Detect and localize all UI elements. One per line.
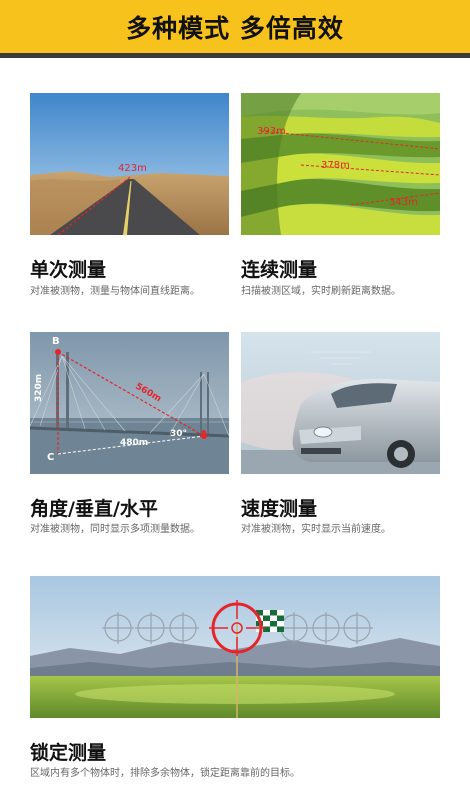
- distance-label-3: 343m: [389, 197, 418, 208]
- point-a-label: A: [200, 429, 208, 440]
- speed-measure-image: [241, 332, 440, 474]
- point-c-label: C: [47, 452, 55, 463]
- distance-label-1: 393m: [257, 126, 286, 137]
- card-title-single: 单次测量: [30, 259, 107, 281]
- card-desc-continuous: 扫描被测区域，实时刷新距离数据。: [241, 286, 401, 297]
- card-title-continuous: 连续测量: [241, 259, 318, 281]
- height-label: 320m: [34, 373, 44, 402]
- distance-label: 423m: [118, 163, 147, 174]
- banner-divider: [0, 53, 470, 58]
- header-banner: 多种模式 多倍高效: [0, 0, 470, 58]
- distance-label-2: 378m: [321, 160, 350, 171]
- card-desc-speed: 对准被测物，实时显示当前速度。: [241, 524, 391, 535]
- single-measure-image: 423m: [30, 93, 229, 235]
- angle-label: 30°: [170, 429, 188, 439]
- page-title: 多种模式 多倍高效: [126, 14, 344, 43]
- card-title-angle: 角度/垂直/水平: [30, 498, 158, 520]
- card-desc-angle: 对准被测物，同时显示多项测量数据。: [30, 524, 200, 535]
- angle-measure-image: B C A 560m 320m 480m 30°: [30, 332, 229, 474]
- card-desc-lock: 区域内有多个物体时，排除多余物体，锁定距离靠前的目标。: [30, 768, 300, 779]
- lock-measure-image: [30, 576, 440, 718]
- card-title-lock: 锁定测量: [30, 742, 107, 764]
- point-b-label: B: [52, 336, 60, 347]
- card-desc-single: 对准被测物，测量与物体间直线距离。: [30, 286, 200, 297]
- horizontal-distance-label: 480m: [120, 438, 149, 448]
- card-title-speed: 速度测量: [241, 498, 318, 520]
- continuous-measure-image: 393m 378m 343m: [241, 93, 440, 235]
